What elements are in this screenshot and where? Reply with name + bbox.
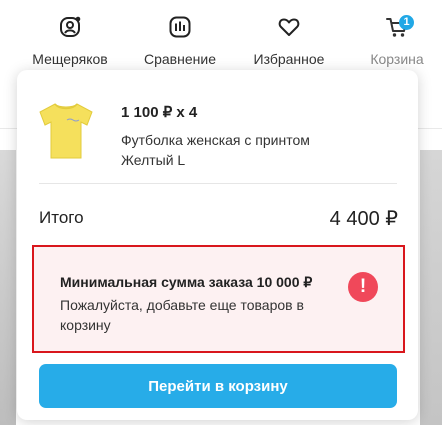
min-order-alert: Минимальная сумма заказа 10 000 ₽ Пожалу… <box>32 245 405 353</box>
product-variant: Желтый L <box>121 152 186 168</box>
nav-compare-label: Сравнение <box>144 51 216 67</box>
cart-popup: 1 100 ₽ x 4 Футболка женская с принтом Ж… <box>17 70 418 420</box>
alert-title: Минимальная сумма заказа 10 000 ₽ <box>60 274 313 290</box>
alert-text: Пожалуйста, добавьте еще товаров в корзи… <box>60 297 304 333</box>
total-value: 4 400 ₽ <box>329 208 398 230</box>
total-label: Итого <box>39 208 84 227</box>
product-name[interactable]: Футболка женская с принтом <box>121 130 371 150</box>
compare-icon <box>169 16 191 38</box>
exclamation-icon: ! <box>348 272 378 302</box>
cart-count-badge: 1 <box>399 15 414 30</box>
product-image[interactable] <box>37 98 95 162</box>
product-price-quantity: 1 100 ₽ x 4 <box>121 104 198 121</box>
divider <box>39 183 397 184</box>
heart-icon <box>278 18 300 36</box>
nav-favorites-label: Избранное <box>253 51 325 67</box>
profile-icon <box>60 16 81 37</box>
go-to-cart-button[interactable]: Перейти в корзину <box>39 364 397 408</box>
nav-profile[interactable]: Мещеряков <box>20 0 120 72</box>
top-nav: Мещеряков Сравнение Избранное Корзина 1 <box>0 0 442 72</box>
nav-favorites[interactable]: Избранное <box>242 0 336 72</box>
background-content-right <box>420 150 442 425</box>
product-description[interactable]: Футболка женская с принтом Желтый L <box>121 130 371 170</box>
nav-cart[interactable]: Корзина <box>352 0 442 72</box>
nav-cart-label: Корзина <box>370 51 424 67</box>
background-content-left <box>0 150 16 425</box>
nav-compare[interactable]: Сравнение <box>134 0 226 72</box>
nav-profile-label: Мещеряков <box>32 51 108 67</box>
